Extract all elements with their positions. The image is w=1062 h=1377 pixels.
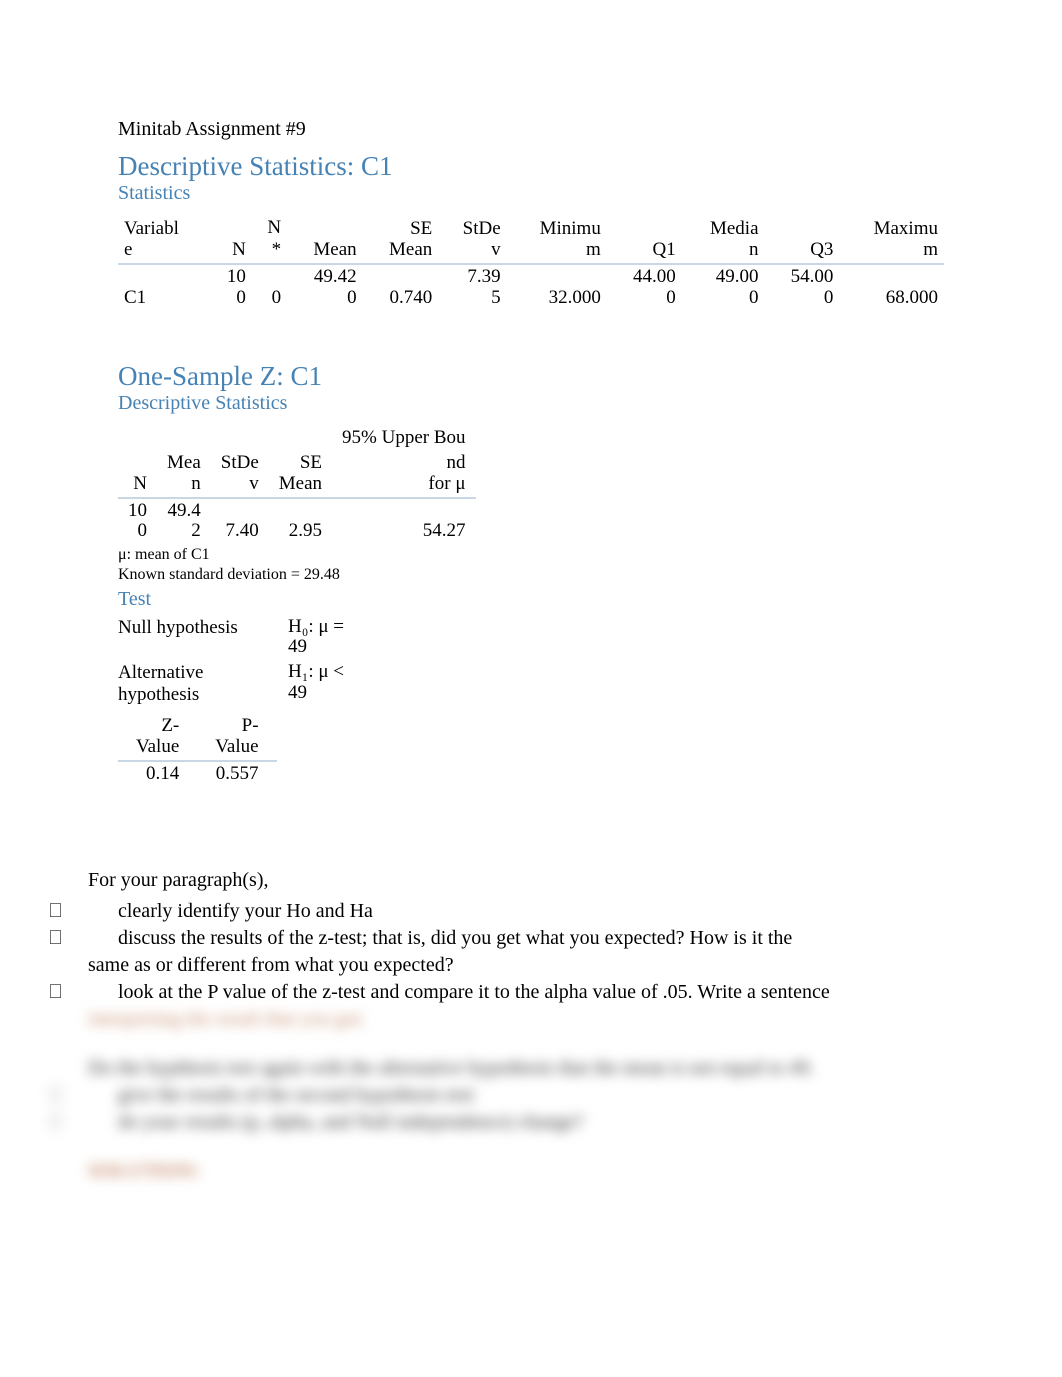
bullet-icon:  [48, 1082, 118, 1109]
bullet-text: discuss the results of the z-test; that … [118, 925, 944, 952]
section-1-title: Descriptive Statistics: C1 [118, 151, 944, 182]
section-1-subtitle: Statistics [118, 182, 944, 205]
blurred-text: do your results (p, alpha, and Null inde… [118, 1109, 944, 1136]
alt-hypothesis-label: Alternativehypothesis [118, 662, 288, 706]
cell-semean: 0.740 [363, 264, 439, 311]
col-median: Median [682, 215, 765, 264]
bullet-row:  clearly identify your Ho and Ha [118, 898, 944, 925]
z-p-table: Z-Value P-Value 0.14 0.557 [118, 714, 277, 787]
col-stdev: StDev [438, 215, 506, 264]
bullet-row:  look at the P value of the z-test and … [118, 979, 944, 1006]
blurred-text: interpreting the result that you got. [88, 1006, 944, 1033]
col-nstar: N* [252, 215, 287, 264]
cell-z-semean: 2.95 [269, 498, 332, 545]
cell-zvalue: 0.14 [118, 761, 197, 787]
footnote-mu: μ: mean of C1 [118, 546, 944, 564]
descriptive-stats-table: Variable N N* Mean SEMean StDev Minimum … [118, 215, 944, 311]
col-min: Minimum [507, 215, 607, 264]
alt-hypothesis-value: H₁: μ <49 [288, 662, 368, 706]
col-q3: Q3 [765, 215, 840, 264]
blurred-text: Do the hypthesis test again with the alt… [88, 1055, 944, 1082]
col-z-stdev: StDev [211, 451, 269, 498]
col-pvalue: P-Value [197, 714, 276, 761]
col-mean: Mean [287, 215, 363, 264]
cell-mean: 49.420 [287, 264, 363, 311]
col-variable: Variable [118, 215, 209, 264]
null-hypothesis-row: Null hypothesis H₀: μ =49 [118, 617, 944, 659]
bullet-text: look at the P value of the z-test and co… [118, 979, 944, 1006]
cell-z-n: 100 [118, 498, 157, 545]
blurred-text: SOLUTION: [88, 1158, 944, 1185]
cell-median: 49.000 [682, 264, 765, 311]
blurred-text: give the results of the second hypothesi… [118, 1082, 944, 1109]
footnote-sigma: Known standard deviation = 29.48 [118, 566, 944, 584]
col-q1: Q1 [607, 215, 682, 264]
test-heading: Test [118, 588, 944, 611]
col-z-mean: Mean [157, 451, 211, 498]
doc-title: Minitab Assignment #9 [118, 118, 944, 141]
cell-z-stdev: 7.40 [211, 498, 269, 545]
cell-q3: 54.000 [765, 264, 840, 311]
bullet-icon:  [48, 1109, 118, 1136]
bullet-continuation: same as or different from what you expec… [88, 952, 944, 979]
section-2-subtitle: Descriptive Statistics [118, 392, 944, 415]
bullet-row:  do your results (p, alpha, and Null in… [118, 1109, 944, 1136]
cell-z-ub: 54.27 [332, 498, 475, 545]
alt-hypothesis-row: Alternativehypothesis H₁: μ <49 [118, 662, 944, 706]
bullet-icon:  [48, 898, 118, 925]
cell-stdev: 7.395 [438, 264, 506, 311]
null-hypothesis-label: Null hypothesis [118, 617, 288, 659]
col-max: Maximum [839, 215, 944, 264]
cell-pvalue: 0.557 [197, 761, 276, 787]
bullet-row:  discuss the results of the z-test; tha… [118, 925, 944, 952]
col-ub-top: 95% Upper Bou [332, 425, 475, 451]
col-z-semean: SEMean [269, 451, 332, 498]
col-semean: SEMean [363, 215, 439, 264]
col-n: N [209, 215, 251, 264]
cell-nstar: 0 [252, 264, 287, 311]
bullet-row:  give the results of the second hypothe… [118, 1082, 944, 1109]
table-row: C1 100 0 49.420 0.740 7.395 32.000 44.00… [118, 264, 944, 311]
col-z-n: N [118, 451, 157, 498]
col-zvalue: Z-Value [118, 714, 197, 761]
paragraph-block: For your paragraph(s),  clearly identif… [118, 867, 944, 1185]
bullet-icon:  [48, 925, 118, 952]
null-hypothesis-value: H₀: μ =49 [288, 617, 368, 659]
table-row: 0.14 0.557 [118, 761, 277, 787]
section-2-title: One-Sample Z: C1 [118, 361, 944, 392]
table-row: 100 49.42 7.40 2.95 54.27 [118, 498, 476, 545]
cell-q1: 44.000 [607, 264, 682, 311]
z-descriptive-table: 95% Upper Bou N Mean StDev SEMean ndfor … [118, 425, 476, 545]
cell-n: 100 [209, 264, 251, 311]
cell-variable: C1 [118, 264, 209, 311]
cell-max: 68.000 [839, 264, 944, 311]
cell-z-mean: 49.42 [157, 498, 211, 545]
col-z-ub: ndfor μ [332, 451, 475, 498]
cell-min: 32.000 [507, 264, 607, 311]
bullet-text: clearly identify your Ho and Ha [118, 898, 944, 925]
paragraph-lead: For your paragraph(s), [88, 867, 944, 894]
bullet-icon:  [48, 979, 118, 1006]
